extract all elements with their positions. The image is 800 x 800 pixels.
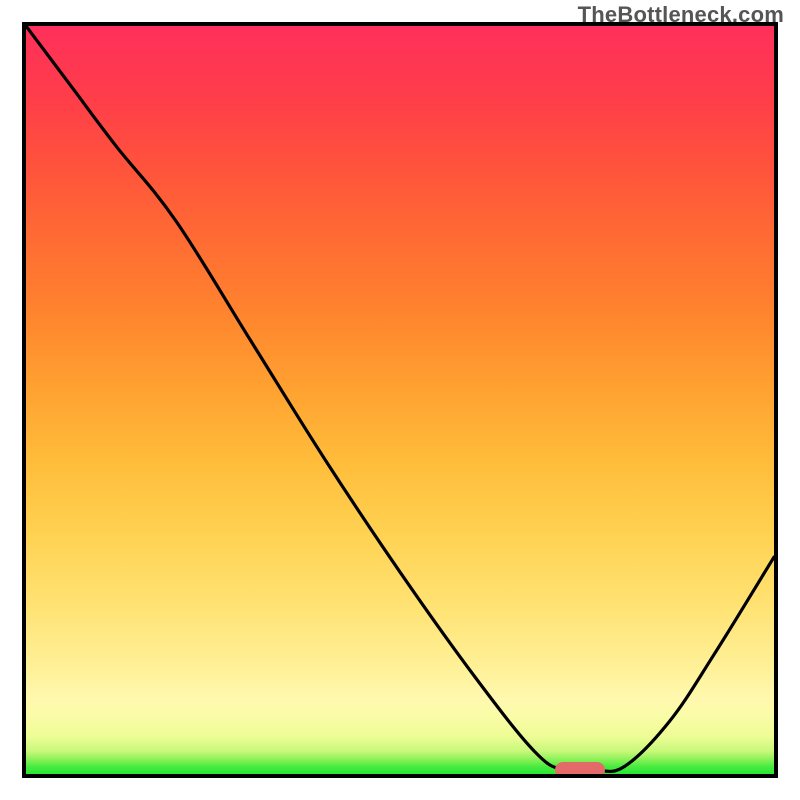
plot-area [22,22,778,778]
chart-container: TheBottleneck.com [0,0,800,800]
bottleneck-curve [26,26,774,774]
optimum-marker [555,762,605,778]
curve-path [26,26,774,772]
watermark-label: TheBottleneck.com [578,2,784,28]
